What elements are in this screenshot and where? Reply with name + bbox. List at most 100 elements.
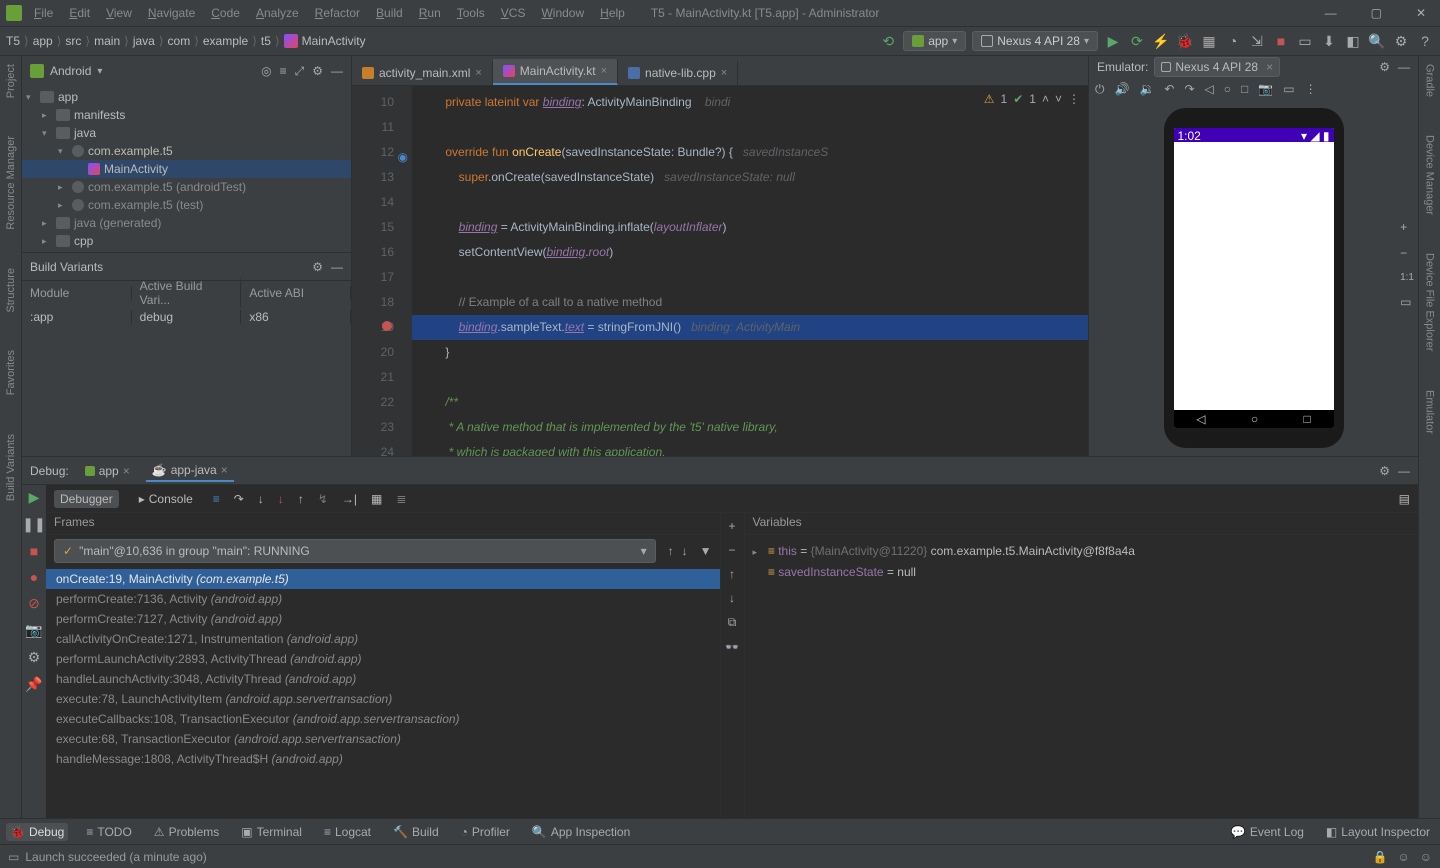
stack-frame[interactable]: onCreate:19, MainActivity (com.example.t… <box>46 569 720 589</box>
menu-run[interactable]: Run <box>413 4 447 22</box>
gear-icon[interactable]: ⚙ <box>1379 60 1390 74</box>
tree-node[interactable]: ▾java <box>22 124 351 142</box>
hide-icon[interactable]: — <box>1398 464 1410 478</box>
run-icon[interactable]: ▶ <box>1104 32 1122 50</box>
menu-file[interactable]: File <box>28 4 59 22</box>
bottom-logcat[interactable]: ≡Logcat <box>320 823 375 841</box>
more-icon[interactable]: ⋮ <box>1068 92 1080 106</box>
up-icon[interactable]: ˄ <box>1042 92 1049 106</box>
face2-icon[interactable]: ☺ <box>1420 850 1432 864</box>
breadcrumb-item[interactable]: main <box>94 34 120 48</box>
settings-icon[interactable]: ⚙ <box>1392 32 1410 50</box>
gear-icon[interactable]: ⚙ <box>1379 464 1390 478</box>
maximize-button[interactable]: ▢ <box>1363 4 1390 22</box>
close-button[interactable]: ✕ <box>1408 4 1434 22</box>
zoom-in-icon[interactable]: + <box>1400 220 1414 234</box>
run-to-cursor-icon[interactable]: →| <box>342 492 357 506</box>
breadcrumb-item[interactable]: src <box>65 34 81 48</box>
volume-down-icon[interactable]: 🔉 <box>1139 82 1154 96</box>
code-line[interactable] <box>412 190 1088 215</box>
threads-icon[interactable]: ≡ <box>213 492 220 506</box>
mute-breakpoints-icon[interactable]: ⊘ <box>28 595 40 612</box>
profile-icon[interactable]: ◔ <box>1224 32 1242 50</box>
layout-icon[interactable]: ▤ <box>1399 492 1410 506</box>
stop-icon[interactable]: ■ <box>30 543 38 559</box>
stack-frame[interactable]: callActivityOnCreate:1271, Instrumentati… <box>46 629 720 649</box>
breadcrumb-item[interactable]: java <box>133 34 155 48</box>
tool-resource-manager[interactable]: Resource Manager <box>3 132 19 234</box>
remove-icon[interactable]: − <box>728 543 735 557</box>
tree-node[interactable]: ▾app <box>22 88 351 106</box>
step-over-icon[interactable]: ↷ <box>234 492 244 506</box>
bottom-terminal[interactable]: ▣Terminal <box>237 823 306 841</box>
down-icon[interactable]: ˅ <box>1055 92 1062 106</box>
menu-build[interactable]: Build <box>370 4 409 22</box>
debug-icon[interactable]: 🐞 <box>1176 32 1194 50</box>
tool-emulator[interactable]: Emulator <box>1422 386 1438 438</box>
close-icon[interactable]: × <box>721 67 727 79</box>
tree-node[interactable]: MainActivity <box>22 160 351 178</box>
trace-icon[interactable]: ≣ <box>396 492 406 506</box>
tool-build-variants[interactable]: Build Variants <box>3 430 19 505</box>
stack-frame[interactable]: handleLaunchActivity:3048, ActivityThrea… <box>46 669 720 689</box>
apply-code-icon[interactable]: ⚡ <box>1152 32 1170 50</box>
editor-tab[interactable]: MainActivity.kt× <box>493 59 618 85</box>
menu-code[interactable]: Code <box>205 4 246 22</box>
table-row[interactable]: :app debug x86 <box>22 305 351 329</box>
breadcrumb-item[interactable]: MainActivity <box>284 34 366 48</box>
code-body[interactable]: private lateinit var binding: ActivityMa… <box>412 86 1088 456</box>
nav-back-icon[interactable]: ◁ <box>1196 412 1205 426</box>
gear-icon[interactable]: ⚙ <box>312 260 323 274</box>
menu-refactor[interactable]: Refactor <box>309 4 366 22</box>
caret-down-icon[interactable]: ▾ <box>97 66 102 77</box>
down-icon[interactable]: ↓ <box>729 591 735 605</box>
nav-overview-icon[interactable]: □ <box>1304 412 1311 426</box>
search-icon[interactable]: 🔍 <box>1368 32 1386 50</box>
project-view-label[interactable]: Android <box>50 64 91 78</box>
tree-node[interactable]: ▸java (generated) <box>22 214 351 232</box>
bottom-layout-inspector[interactable]: ◧Layout Inspector <box>1322 823 1434 841</box>
variable-row[interactable]: ≡ savedInstanceState = null <box>753 562 1411 582</box>
code-editor[interactable]: 101112◉131415161718192021222324 private … <box>352 86 1088 456</box>
tool-favorites[interactable]: Favorites <box>3 346 19 399</box>
variables-body[interactable]: ▸ ≡ this = {MainActivity@11220} com.exam… <box>745 535 1419 818</box>
tree-node[interactable]: ▸com.example.t5 (test) <box>22 196 351 214</box>
menu-navigate[interactable]: Navigate <box>142 4 201 22</box>
close-icon[interactable]: × <box>601 65 607 77</box>
stack-frame[interactable]: performLaunchActivity:2893, ActivityThre… <box>46 649 720 669</box>
device-screen[interactable]: 1:02 ▾ ◢ ▮ ◁ ○ □ <box>1174 128 1334 428</box>
menu-vcs[interactable]: VCS <box>495 4 532 22</box>
code-line[interactable]: * which is packaged with this applicatio… <box>412 440 1088 456</box>
step-into-icon[interactable]: ↓ <box>258 492 264 506</box>
menu-analyze[interactable]: Analyze <box>250 4 305 22</box>
pin-icon[interactable]: 📌 <box>25 676 42 693</box>
stack-frame[interactable]: execute:78, LaunchActivityItem (android.… <box>46 689 720 709</box>
emulator-device-pill[interactable]: Nexus 4 API 28 × <box>1154 57 1280 77</box>
next-frame-icon[interactable]: ↓ <box>678 544 692 558</box>
sdk-icon[interactable]: ⬇ <box>1320 32 1338 50</box>
copy-icon[interactable]: ⧉ <box>728 615 737 630</box>
breadcrumb-item[interactable]: app <box>33 34 53 48</box>
project-tree[interactable]: ▾app▸manifests▾java▾com.example.t5MainAc… <box>22 86 351 252</box>
tree-node[interactable]: ▸manifests <box>22 106 351 124</box>
avd-icon[interactable]: ▭ <box>1296 32 1314 50</box>
menu-view[interactable]: View <box>100 4 138 22</box>
cell-abi[interactable]: x86 <box>241 310 351 324</box>
menu-edit[interactable]: Edit <box>63 4 96 22</box>
drop-frame-icon[interactable]: ↯ <box>318 492 328 506</box>
attach-icon[interactable]: ⇲ <box>1248 32 1266 50</box>
hide-icon[interactable]: — <box>331 64 343 79</box>
tool-device-file-explorer[interactable]: Device File Explorer <box>1422 249 1438 355</box>
zoom-out-icon[interactable]: − <box>1400 246 1414 260</box>
pause-icon[interactable]: ❚❚ <box>22 516 45 533</box>
gear-icon[interactable]: ⚙ <box>312 64 323 79</box>
code-line[interactable]: setContentView(binding.root) <box>412 240 1088 265</box>
nav-home-icon[interactable]: ○ <box>1251 412 1258 426</box>
stack-frame[interactable]: performCreate:7136, Activity (android.ap… <box>46 589 720 609</box>
add-watch-icon[interactable]: + <box>728 519 735 533</box>
apply-changes-icon[interactable]: ⟳ <box>1128 32 1146 50</box>
rotate-left-icon[interactable]: ↶ <box>1164 82 1174 96</box>
tree-node[interactable]: ▸cpp <box>22 232 351 250</box>
editor-tab[interactable]: native-lib.cpp× <box>618 61 738 85</box>
tool-device-manager[interactable]: Device Manager <box>1422 131 1438 219</box>
